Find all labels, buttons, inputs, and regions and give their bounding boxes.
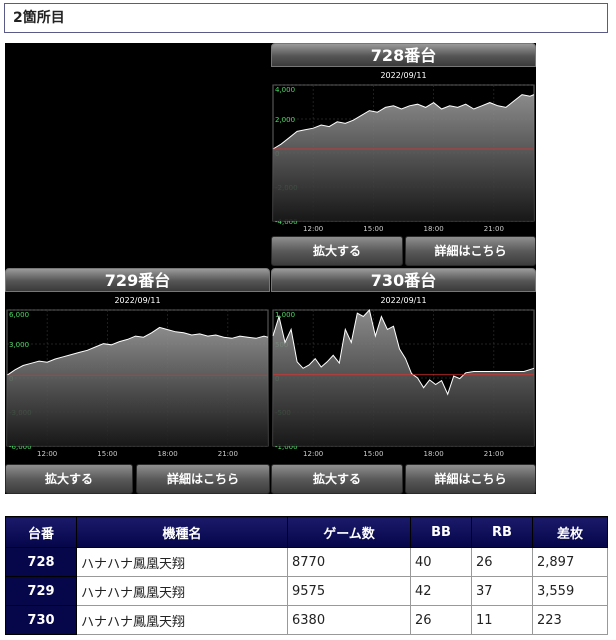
y-tick-label: 1,000 [275, 311, 295, 319]
chart-date: 2022/09/11 [380, 71, 426, 80]
x-tick-label: 18:00 [158, 450, 178, 458]
chart-730[interactable]: 2022/09/111,0005000-500-1,00012:0015:001… [271, 292, 536, 460]
x-tick-label: 12:00 [303, 450, 323, 458]
bb-cell: 42 [410, 576, 472, 606]
table-row[interactable]: 728 ハナハナ鳳凰天翔 8770 40 26 2,897 [5, 547, 608, 577]
y-tick-label: 4,000 [275, 86, 295, 94]
diff-cell: 2,897 [532, 547, 608, 577]
games-cell: 9575 [287, 576, 411, 606]
machine-label: 729番台 [5, 268, 270, 292]
detail-button[interactable]: 詳細はこちら [136, 464, 270, 494]
x-tick-label: 12:00 [303, 225, 323, 233]
rb-cell: 11 [471, 605, 533, 635]
chart-728[interactable]: 2022/09/114,0002,0000-2,000-4,00012:0015… [271, 67, 536, 235]
bb-cell: 26 [410, 605, 472, 635]
games-cell: 8770 [287, 547, 411, 577]
table-row[interactable]: 730 ハナハナ鳳凰天翔 6380 26 11 223 [5, 605, 608, 635]
x-tick-label: 15:00 [97, 450, 117, 458]
x-tick-label: 12:00 [37, 450, 57, 458]
machine-slot-730: 730番台 2022/09/111,0005000-500-1,00012:00… [271, 268, 536, 494]
x-tick-label: 21:00 [484, 225, 504, 233]
machine-name-cell: ハナハナ鳳凰天翔 [76, 605, 288, 635]
machine-label: 728番台 [271, 43, 536, 67]
machine-slot-728: 728番台 2022/09/114,0002,0000-2,000-4,0001… [271, 43, 536, 266]
diff-cell: 223 [532, 605, 608, 635]
x-tick-label: 15:00 [363, 225, 383, 233]
rb-cell: 37 [471, 576, 533, 606]
header-rb: RB [471, 516, 533, 548]
x-tick-label: 21:00 [484, 450, 504, 458]
table-header-row: 台番 機種名 ゲーム数 BB RB 差枚 [5, 516, 608, 548]
chart-729[interactable]: 2022/09/116,0003,0000-3,000-6,00012:0015… [5, 292, 270, 460]
x-tick-label: 18:00 [424, 225, 444, 233]
games-cell: 6380 [287, 605, 411, 635]
x-tick-label: 15:00 [363, 450, 383, 458]
header-bb: BB [410, 516, 472, 548]
header-diff: 差枚 [532, 516, 608, 548]
machine-slot-729: 729番台 2022/09/116,0003,0000-3,000-6,0001… [5, 268, 270, 494]
empty-slot [5, 43, 270, 266]
graph-panel: 728番台 2022/09/114,0002,0000-2,000-4,0001… [5, 43, 536, 494]
machine-no-cell[interactable]: 729 [5, 576, 77, 606]
zoom-button[interactable]: 拡大する [271, 236, 403, 266]
y-tick-label: 2,000 [275, 116, 295, 124]
machine-name-cell: ハナハナ鳳凰天翔 [76, 547, 288, 577]
rb-cell: 26 [471, 547, 533, 577]
y-tick-label: 3,000 [9, 341, 29, 349]
chart-date: 2022/09/11 [380, 296, 426, 305]
header-machine-no: 台番 [5, 516, 77, 548]
section-title: 2箇所目 [4, 3, 608, 33]
machine-table: 台番 機種名 ゲーム数 BB RB 差枚 728 ハナハナ鳳凰天翔 8770 4… [5, 516, 608, 635]
detail-button[interactable]: 詳細はこちら [405, 236, 536, 266]
zoom-button[interactable]: 拡大する [271, 464, 403, 494]
detail-button[interactable]: 詳細はこちら [405, 464, 536, 494]
chart-date: 2022/09/11 [114, 296, 160, 305]
diff-cell: 3,559 [532, 576, 608, 606]
bb-cell: 40 [410, 547, 472, 577]
machine-no-cell[interactable]: 728 [5, 547, 77, 577]
zoom-button[interactable]: 拡大する [5, 464, 133, 494]
y-tick-label: 6,000 [9, 311, 29, 319]
machine-name-cell: ハナハナ鳳凰天翔 [76, 576, 288, 606]
header-games: ゲーム数 [287, 516, 411, 548]
x-tick-label: 18:00 [424, 450, 444, 458]
table-row[interactable]: 729 ハナハナ鳳凰天翔 9575 42 37 3,559 [5, 576, 608, 606]
x-tick-label: 21:00 [218, 450, 238, 458]
machine-label: 730番台 [271, 268, 536, 292]
header-machine-name: 機種名 [76, 516, 288, 548]
machine-no-cell[interactable]: 730 [5, 605, 77, 635]
